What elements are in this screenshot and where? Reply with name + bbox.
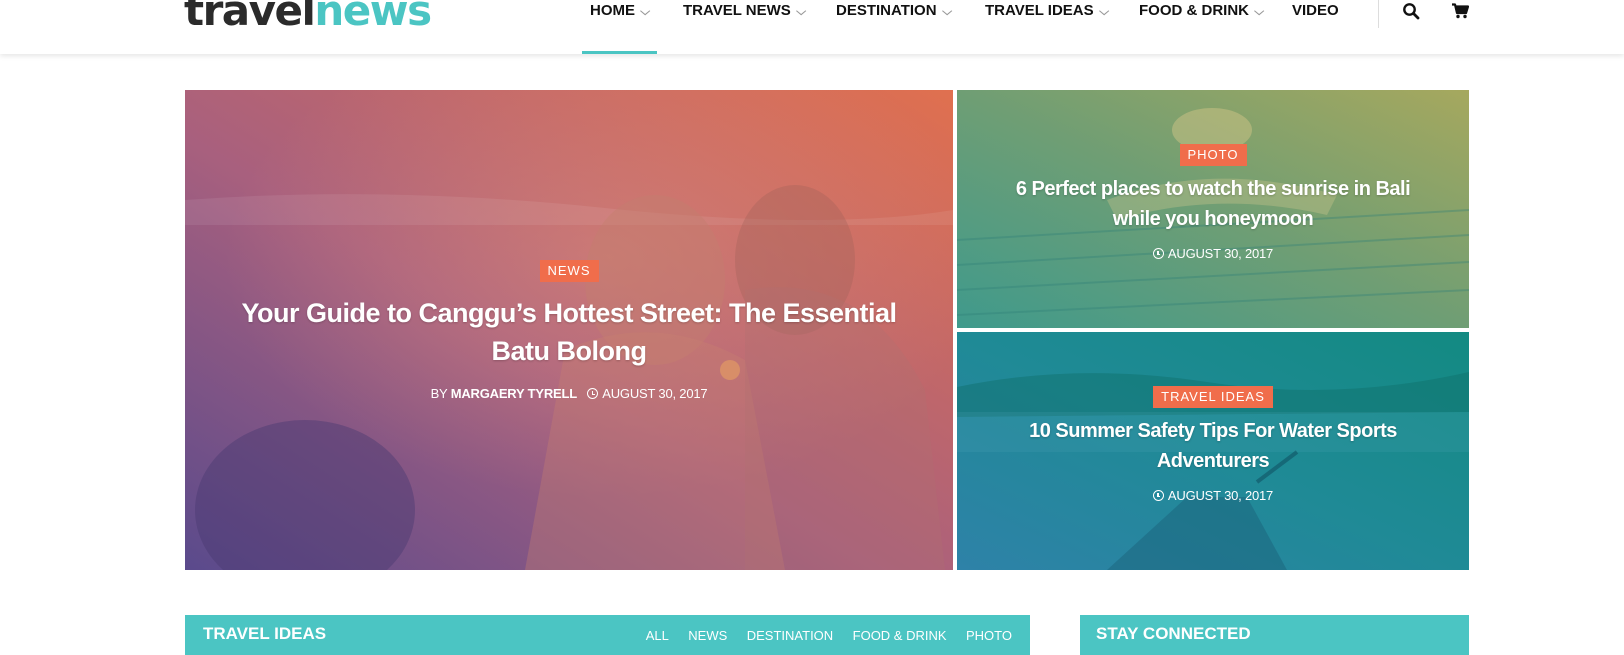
featured-side-meta-2: AUGUST 30, 2017 bbox=[957, 488, 1469, 503]
category-badge[interactable]: NEWS bbox=[539, 260, 599, 282]
nav-food-drink-label: FOOD & DRINK bbox=[1139, 2, 1249, 19]
featured-side-title-1-line1: 6 Perfect places to watch the sunrise in… bbox=[1015, 178, 1411, 200]
featured-side-post-2[interactable]: TRAVEL IDEAS 10 Summer Safety Tips For W… bbox=[957, 332, 1469, 570]
tab-news[interactable]: NEWS bbox=[688, 628, 727, 643]
featured-main-post[interactable]: NEWS Your Guide to Canggu’s Hottest Stre… bbox=[185, 90, 953, 570]
featured-side-title-2-line2: Adventurers bbox=[1156, 450, 1270, 472]
featured-side-content-2: TRAVEL IDEAS 10 Summer Safety Tips For W… bbox=[957, 386, 1469, 503]
logo-text-news: news bbox=[314, 0, 432, 35]
tab-all[interactable]: ALL bbox=[646, 628, 669, 643]
clock-icon bbox=[587, 388, 599, 399]
featured-main-content: NEWS Your Guide to Canggu’s Hottest Stre… bbox=[185, 260, 953, 401]
search-icon[interactable] bbox=[1400, 0, 1422, 22]
featured-main-title-line2: Batu Bolong bbox=[491, 336, 647, 366]
featured-side-title-1[interactable]: 6 Perfect places to watch the sunrise in… bbox=[957, 174, 1469, 234]
tab-photo[interactable]: PHOTO bbox=[966, 628, 1012, 643]
chevron-down-icon: ⌵ bbox=[941, 6, 952, 18]
chevron-down-icon: ⌵ bbox=[795, 6, 806, 18]
featured-main-title[interactable]: Your Guide to Canggu’s Hottest Street: T… bbox=[185, 294, 953, 370]
nav-video[interactable]: VIDEO bbox=[1292, 0, 1339, 54]
site-logo[interactable]: travelnews bbox=[184, 0, 432, 36]
site-header: travelnews HOME ⌵ TRAVEL NEWS ⌵ DESTINATIO… bbox=[0, 0, 1624, 54]
featured-main-title-line1: Your Guide to Canggu’s Hottest Street: T… bbox=[241, 298, 897, 328]
tab-food-drink[interactable]: FOOD & DRINK bbox=[853, 628, 947, 643]
section-title: STAY CONNECTED bbox=[1096, 624, 1251, 643]
featured-side-meta-1: AUGUST 30, 2017 bbox=[957, 246, 1469, 261]
nav-video-label: VIDEO bbox=[1292, 2, 1339, 19]
nav-home-label: HOME bbox=[590, 2, 635, 19]
nav-travel-news-label: TRAVEL NEWS bbox=[683, 2, 791, 19]
category-badge[interactable]: PHOTO bbox=[1179, 144, 1247, 166]
post-date: AUGUST 30, 2017 bbox=[1167, 488, 1274, 503]
featured-side-content-1: PHOTO 6 Perfect places to watch the sunr… bbox=[957, 144, 1469, 261]
section-title: TRAVEL IDEAS bbox=[203, 624, 327, 643]
stay-connected-section-header: STAY CONNECTED bbox=[1080, 615, 1469, 655]
featured-side-title-1-line2: while you honeymoon bbox=[1112, 208, 1314, 230]
tab-destination[interactable]: DESTINATION bbox=[747, 628, 833, 643]
section-tabs: ALL NEWS DESTINATION FOOD & DRINK PHOTO bbox=[631, 627, 1012, 645]
author-link[interactable]: MARGAERY TYRELL bbox=[451, 386, 577, 401]
nav-food-drink[interactable]: FOOD & DRINK ⌵ bbox=[1139, 0, 1265, 54]
nav-home[interactable]: HOME ⌵ bbox=[581, 0, 658, 54]
featured-side-title-2[interactable]: 10 Summer Safety Tips For Water Sports A… bbox=[957, 416, 1469, 476]
cart-icon[interactable] bbox=[1449, 0, 1471, 22]
travel-ideas-section-header: TRAVEL IDEAS ALL NEWS DESTINATION FOOD &… bbox=[185, 615, 1030, 655]
featured-side-title-2-line1: 10 Summer Safety Tips For Water Sports bbox=[1029, 420, 1397, 442]
nav-divider bbox=[1378, 0, 1379, 28]
post-date: AUGUST 30, 2017 bbox=[1167, 246, 1274, 261]
nav-travel-ideas-label: TRAVEL IDEAS bbox=[985, 2, 1094, 19]
logo-text-travel: travel bbox=[184, 0, 316, 35]
post-date: AUGUST 30, 2017 bbox=[602, 386, 708, 401]
nav-destination[interactable]: DESTINATION ⌵ bbox=[836, 0, 952, 54]
clock-icon bbox=[1152, 248, 1164, 259]
category-badge[interactable]: TRAVEL IDEAS bbox=[1153, 386, 1273, 408]
by-label: BY bbox=[430, 386, 448, 401]
nav-destination-label: DESTINATION bbox=[836, 2, 937, 19]
featured-side-post-1[interactable]: PHOTO 6 Perfect places to watch the sunr… bbox=[957, 90, 1469, 328]
clock-icon bbox=[1152, 490, 1164, 501]
chevron-down-icon: ⌵ bbox=[1098, 6, 1109, 18]
nav-travel-ideas[interactable]: TRAVEL IDEAS ⌵ bbox=[985, 0, 1109, 54]
chevron-down-icon: ⌵ bbox=[1254, 6, 1265, 18]
nav-travel-news[interactable]: TRAVEL NEWS ⌵ bbox=[683, 0, 806, 54]
chevron-down-icon: ⌵ bbox=[640, 6, 651, 18]
featured-main-meta: BY MARGAERY TYRELL AUGUST 30, 2017 bbox=[185, 386, 953, 401]
